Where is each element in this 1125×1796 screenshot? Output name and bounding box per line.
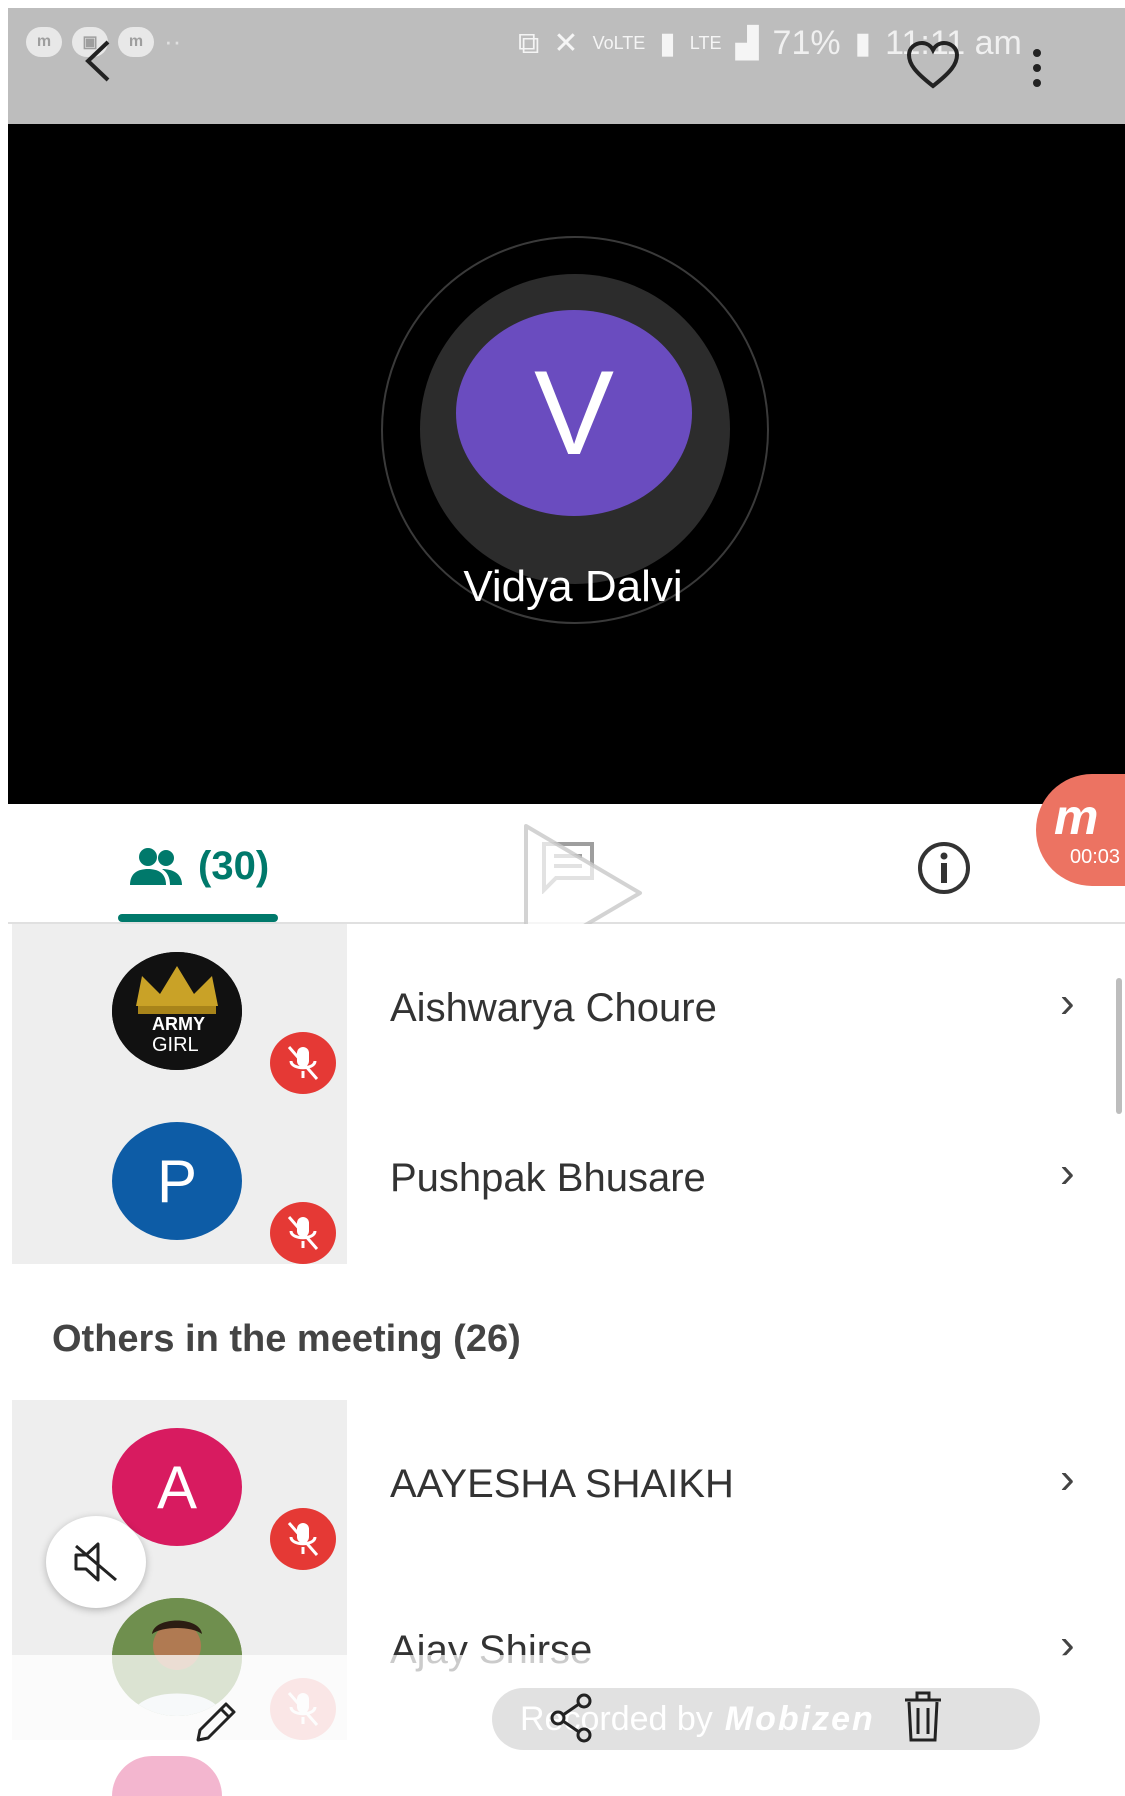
- recorder-logo: m: [1054, 789, 1099, 845]
- active-speaker-video[interactable]: V Vidya Dalvi: [8, 124, 1125, 804]
- people-icon: [130, 847, 182, 885]
- avatar-text-bottom: GIRL: [152, 1034, 199, 1056]
- edit-button[interactable]: [190, 1696, 242, 1748]
- sim-icon: ▮: [659, 27, 676, 60]
- avatar: P: [112, 1122, 242, 1240]
- mute-icon: ✕: [553, 27, 579, 60]
- muted-indicator: [270, 1508, 336, 1570]
- mic-off-icon: [287, 1522, 319, 1556]
- participants-list[interactable]: ARMY GIRL Aishwarya Choure › P Pushpak B…: [12, 924, 1125, 1775]
- participant-name: AAYESHA SHAIKH: [390, 1462, 734, 1506]
- mic-off-icon: [287, 1216, 319, 1250]
- watermark-brand: Mobizen: [724, 1699, 875, 1738]
- participant-row[interactable]: ARMY GIRL Aishwarya Choure ›: [12, 924, 1125, 1094]
- speaker-name: Vidya Dalvi: [463, 562, 683, 611]
- people-count: (30): [198, 844, 270, 888]
- cast-icon: ⧉: [518, 26, 540, 60]
- active-tab-indicator: [118, 914, 278, 922]
- muted-indicator: [270, 1032, 336, 1094]
- chevron-right-icon[interactable]: ›: [1060, 1148, 1075, 1198]
- avatar-text-top: ARMY: [152, 1014, 205, 1034]
- battery-icon: ▮: [854, 27, 872, 60]
- muted-indicator: [270, 1202, 336, 1264]
- participant-row[interactable]: P Pushpak Bhusare ›: [12, 1094, 1125, 1264]
- volte-icon: VoLTE: [592, 33, 646, 53]
- back-button[interactable]: [78, 36, 128, 96]
- info-icon: [918, 842, 970, 894]
- participant-name: Pushpak Bhusare: [390, 1156, 706, 1200]
- more-options-button[interactable]: [1025, 44, 1049, 100]
- share-button[interactable]: [548, 1692, 594, 1744]
- messenger-icon: m: [26, 26, 62, 57]
- speaker-avatar: V: [456, 310, 692, 516]
- trash-icon: [905, 1691, 941, 1742]
- pencil-icon: [196, 1702, 236, 1742]
- tab-people[interactable]: (30): [126, 844, 269, 889]
- share-icon: [550, 1693, 592, 1743]
- lte-icon: LTE: [689, 33, 722, 53]
- speaker-mute-button[interactable]: [46, 1516, 146, 1608]
- volume-off-icon: [74, 1542, 117, 1582]
- chevron-right-icon[interactable]: ›: [1060, 1454, 1075, 1504]
- tab-info[interactable]: [916, 840, 972, 896]
- heart-icon: [906, 40, 960, 89]
- chevron-right-icon[interactable]: ›: [1060, 978, 1075, 1028]
- favorite-button[interactable]: [905, 40, 965, 100]
- battery-level: 71%: [772, 24, 841, 62]
- others-section-title: Others in the meeting (26): [52, 1318, 521, 1360]
- more-notifications-icon: ··: [164, 26, 182, 56]
- screen: m ▣ m ·· ⧉ ✕ VoLTE ▮ LTE ▟ 71% ▮ 11:11 a…: [0, 0, 1125, 1796]
- signal-icon: ▟: [735, 27, 759, 60]
- mic-off-icon: [287, 1046, 319, 1080]
- more-vertical-icon: [1033, 49, 1041, 57]
- delete-button[interactable]: [902, 1690, 944, 1744]
- avatar: A: [112, 1428, 242, 1546]
- avatar: ARMY GIRL: [112, 952, 242, 1070]
- recording-timer: 00:03: [1070, 846, 1121, 868]
- participant-row[interactable]: A AAYESHA SHAIKH ›: [12, 1400, 1125, 1570]
- back-arrow-icon: [85, 40, 110, 82]
- participant-name: Aishwarya Choure: [390, 986, 717, 1030]
